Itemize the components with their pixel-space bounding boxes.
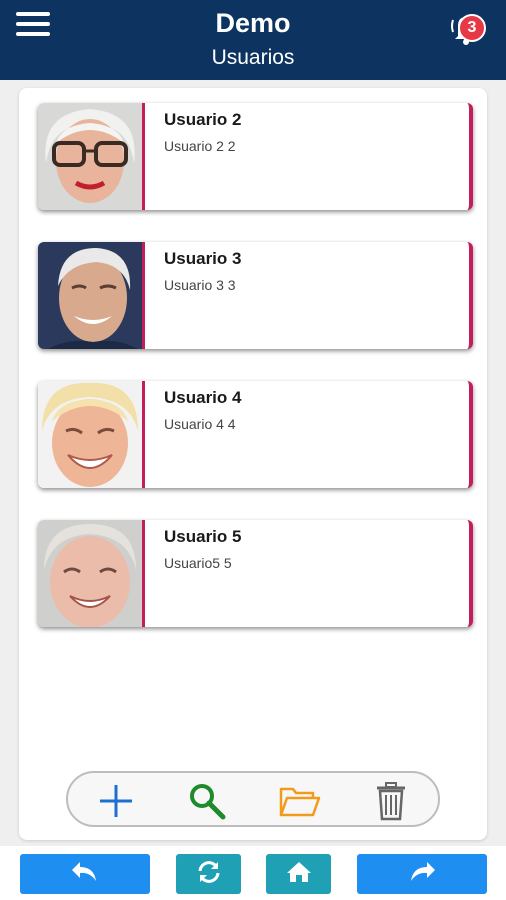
user-avatar [38, 520, 145, 627]
user-name: Usuario 2 [164, 110, 242, 129]
user-card[interactable]: Usuario 2 Usuario 2 2 [38, 103, 473, 210]
plus-icon[interactable] [94, 779, 138, 823]
user-card[interactable]: Usuario 4 Usuario 4 4 [38, 381, 473, 488]
trash-icon[interactable] [369, 779, 413, 823]
user-detail: Usuario 3 3 [164, 277, 236, 293]
bottom-nav [0, 846, 506, 900]
user-avatar [38, 242, 145, 349]
user-name: Usuario 4 [164, 388, 242, 407]
back-button[interactable] [20, 854, 150, 894]
home-button[interactable] [266, 854, 331, 894]
redo-icon [407, 859, 437, 890]
app-title: Demo [215, 8, 291, 38]
app-header: Demo Usuarios 3 [0, 0, 506, 80]
notification-count-badge: 3 [458, 14, 486, 42]
user-name: Usuario 3 [164, 249, 242, 268]
action-toolbar [66, 771, 440, 827]
undo-icon [70, 859, 100, 890]
home-icon [286, 860, 312, 889]
user-card[interactable]: Usuario 5 Usuario5 5 [38, 520, 473, 627]
user-detail: Usuario5 5 [164, 555, 232, 571]
user-avatar [38, 103, 145, 210]
refresh-icon [196, 859, 222, 890]
folder-open-icon[interactable] [277, 779, 321, 823]
users-list-panel: Usuario 2 Usuario 2 2 Usuario 3 Usuario … [19, 88, 487, 840]
user-avatar [38, 381, 145, 488]
forward-button[interactable] [357, 854, 487, 894]
user-card[interactable]: Usuario 3 Usuario 3 3 [38, 242, 473, 349]
user-detail: Usuario 4 4 [164, 416, 236, 432]
user-detail: Usuario 2 2 [164, 138, 236, 154]
refresh-button[interactable] [176, 854, 241, 894]
user-name: Usuario 5 [164, 527, 242, 546]
search-icon[interactable] [185, 779, 229, 823]
page-title: Usuarios [211, 46, 295, 69]
